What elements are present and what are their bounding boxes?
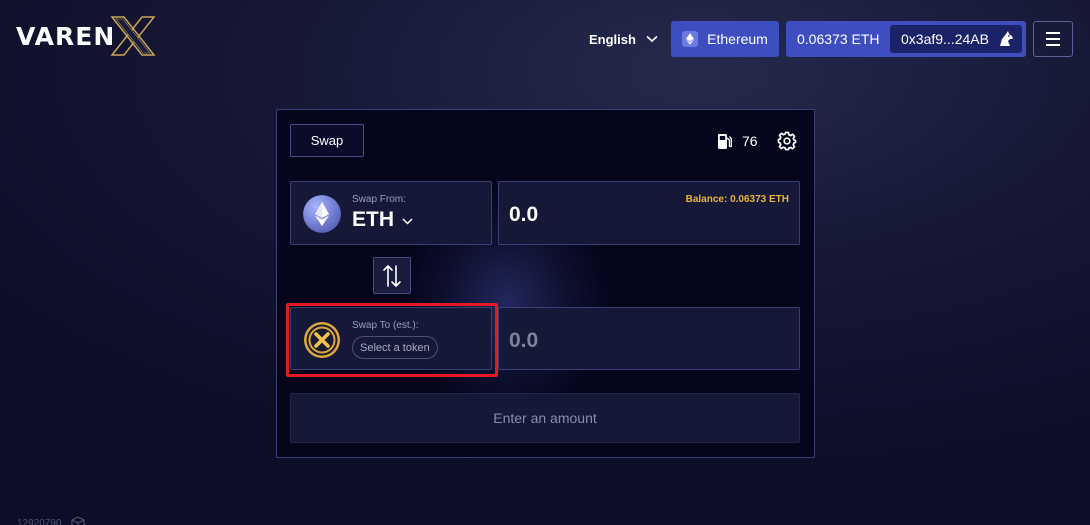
ethereum-icon <box>303 195 341 233</box>
hamburger-line <box>1046 44 1060 46</box>
swap-from-label: Swap From: <box>352 194 406 205</box>
wallet-address: 0x3af9...24AB <box>901 31 989 47</box>
wallet-button[interactable]: 0.06373 ETH 0x3af9...24AB <box>786 21 1026 57</box>
tab-swap[interactable]: Swap <box>290 124 364 157</box>
wallet-balance: 0.06373 ETH <box>797 31 880 47</box>
switch-tokens-button[interactable] <box>373 257 411 294</box>
swap-from-amount-box[interactable]: Balance: 0.06373 ETH <box>498 181 800 245</box>
swap-to-amount-box[interactable] <box>498 307 800 370</box>
swap-from-token-box[interactable]: Swap From: ETH <box>290 181 492 245</box>
cube-icon <box>70 516 85 525</box>
ethereum-icon <box>682 31 699 47</box>
from-amount-input[interactable] <box>509 202 709 228</box>
from-token-selector[interactable]: ETH <box>352 208 413 232</box>
wallet-address-button[interactable]: 0x3af9...24AB <box>890 25 1022 53</box>
logo-x-mark <box>110 16 156 56</box>
swap-to-label: Swap To (est.): <box>352 320 419 331</box>
from-token-symbol: ETH <box>352 208 394 231</box>
logo-text: VAREN <box>16 21 116 51</box>
balance-label[interactable]: Balance: 0.06373 ETH <box>686 194 789 205</box>
language-selector[interactable]: English <box>589 30 658 48</box>
hamburger-menu-icon <box>1046 32 1060 34</box>
gas-value: 76 <box>742 133 758 149</box>
chevron-down-icon <box>646 35 658 43</box>
swap-arrows-icon <box>383 264 401 287</box>
gear-icon[interactable] <box>777 131 797 151</box>
enter-amount-button[interactable]: Enter an amount <box>290 393 800 443</box>
hamburger-line <box>1046 38 1060 40</box>
select-token-button[interactable]: Select a token <box>352 336 438 359</box>
to-amount-input[interactable] <box>509 328 709 354</box>
gas-pump-icon <box>718 133 732 149</box>
menu-button[interactable] <box>1033 21 1073 57</box>
network-button[interactable]: Ethereum <box>671 21 779 57</box>
block-number: 12920790 <box>17 517 62 525</box>
swap-to-token-box[interactable]: Swap To (est.): Select a token <box>290 307 492 370</box>
chevron-down-icon <box>402 217 413 225</box>
swap-card: Swap 76 Swap From: ETH 0.0 Balance: 0.06… <box>276 109 815 458</box>
block-number-indicator: 12920790 <box>17 516 86 525</box>
varenx-logo[interactable]: VAREN <box>16 14 156 58</box>
wallet-avatar-icon <box>999 31 1013 46</box>
varenx-token-icon <box>304 322 340 358</box>
language-label: English <box>589 31 636 47</box>
network-label: Ethereum <box>707 31 768 47</box>
gas-price: 76 <box>717 132 758 150</box>
